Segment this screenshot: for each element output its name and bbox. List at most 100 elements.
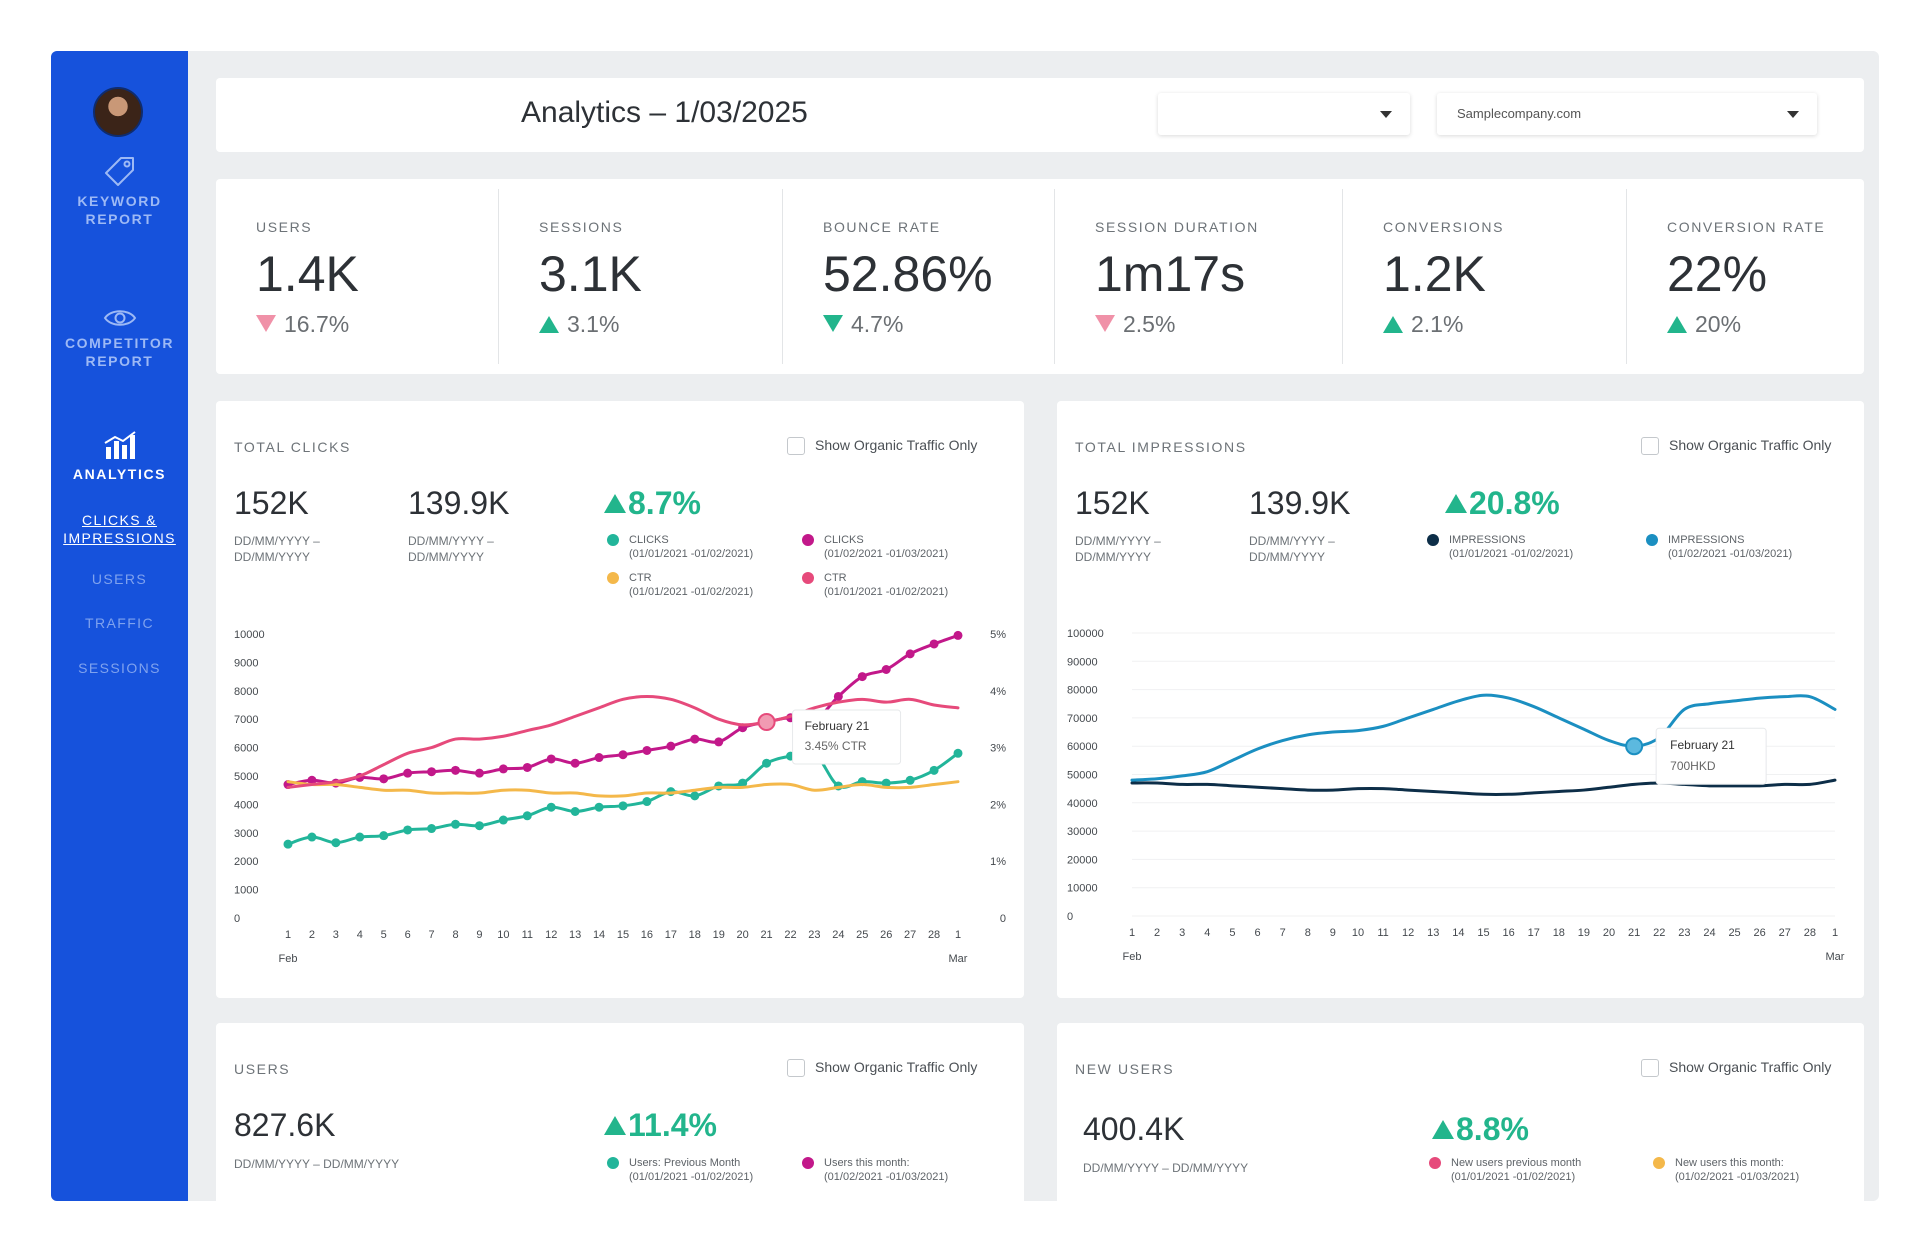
data-point — [953, 748, 963, 758]
chart-tooltip: February 21 3.45% CTR — [792, 709, 902, 765]
series-line — [286, 780, 960, 798]
y-tick-label: 60000 — [1067, 741, 1098, 753]
site-select[interactable]: Samplecompany.com — [1437, 93, 1817, 135]
x-tick-label: 12 — [545, 929, 557, 941]
x-tick-label: 7 — [429, 929, 435, 941]
stat-current: 400.4K — [1083, 1111, 1185, 1147]
stat-range: DD/MM/YYYY – DD/MM/YYYY — [1083, 1161, 1249, 1175]
data-point — [666, 741, 676, 751]
x-tick-label: 22 — [784, 929, 796, 941]
data-point — [881, 665, 891, 674]
app-window: KEYWORD REPORT COMPETITOR REPORT ANALYTI… — [51, 51, 1879, 1201]
kpi-value: 52.86% — [823, 246, 993, 302]
x-tick-label: 1 — [1832, 927, 1838, 939]
sidebar-item-label: KEYWORD REPORT — [77, 193, 162, 227]
sidebar-item-keyword-report[interactable]: KEYWORD REPORT — [51, 154, 188, 228]
x-tick-label: 26 — [1754, 927, 1766, 939]
tooltip-title: February 21 — [1670, 738, 1735, 752]
x-tick-label: 12 — [1402, 927, 1414, 939]
x-tick-label: 13 — [569, 929, 581, 941]
data-point — [498, 764, 508, 774]
sidebar-item-label: COMPETITOR REPORT — [64, 335, 175, 369]
x-group-label: Mar — [949, 953, 968, 965]
eye-icon — [103, 310, 136, 326]
x-tick-label: 25 — [1728, 927, 1740, 939]
kpi-change: 20% — [1667, 311, 1741, 338]
y2-tick-label: 0 — [1000, 913, 1006, 925]
organic-toggle[interactable]: Show Organic Traffic Only — [1641, 1059, 1831, 1077]
x-tick-label: 19 — [713, 929, 725, 941]
y-tick-label: 20000 — [1067, 854, 1098, 866]
x-tick-label: 2 — [1154, 927, 1160, 939]
kpi-label: SESSION DURATION — [1095, 219, 1259, 235]
data-point — [690, 791, 700, 801]
x-group-label: Feb — [1123, 951, 1142, 963]
header-bar: Analytics – 1/03/2025 Samplecompany.com — [216, 78, 1864, 152]
data-point — [451, 819, 460, 829]
subnav-users[interactable]: USERS — [51, 571, 188, 587]
x-tick-label: 8 — [1305, 927, 1311, 939]
x-tick-label: 6 — [1254, 927, 1260, 939]
arrow-up-icon — [604, 1116, 626, 1135]
kpi-value: 3.1K — [539, 246, 642, 302]
checkbox[interactable] — [787, 1059, 805, 1077]
x-tick-label: 23 — [808, 929, 820, 941]
sidebar-item-label: ANALYTICS — [72, 466, 167, 482]
chevron-down-icon — [1787, 111, 1799, 118]
x-tick-label: 21 — [760, 929, 772, 941]
kpi-label: USERS — [256, 219, 313, 235]
series-line — [286, 749, 960, 846]
change-percent: 11.4% — [604, 1107, 717, 1144]
data-point — [403, 768, 413, 778]
kpi-session-duration: SESSION DURATION 1m17s 2.5% — [1055, 179, 1343, 374]
y2-tick-label: 3% — [990, 743, 1006, 755]
sidebar: KEYWORD REPORT COMPETITOR REPORT ANALYTI… — [51, 51, 188, 1201]
x-tick-label: 18 — [1553, 927, 1565, 939]
kpi-value: 1.2K — [1383, 246, 1486, 302]
subnav-sessions[interactable]: SESSIONS — [51, 660, 188, 676]
sidebar-item-competitor-report[interactable]: COMPETITOR REPORT — [51, 306, 188, 370]
total-impressions-panel: TOTAL IMPRESSIONS Show Organic Traffic O… — [1057, 401, 1864, 998]
data-point — [905, 775, 915, 785]
data-point — [546, 802, 556, 812]
y-tick-label: 0 — [234, 913, 240, 925]
tooltip-box — [1655, 727, 1767, 785]
data-point — [690, 734, 700, 744]
impressions-chart: 0 10000 20000 30000 40000 50000 60000 70000 8000… — [1067, 628, 1845, 963]
x-tick-label: 11 — [522, 929, 533, 941]
data-point — [594, 802, 604, 812]
data-point — [307, 832, 317, 842]
kpi-conversions: CONVERSIONS 1.2K 2.1% — [1343, 179, 1627, 374]
stat-current: 827.6K — [234, 1107, 336, 1143]
x-tick-label: 3 — [333, 929, 339, 941]
date-range-select[interactable] — [1158, 93, 1410, 135]
data-point — [905, 649, 915, 659]
x-tick-label: 28 — [928, 929, 940, 941]
x-tick-label: 8 — [452, 929, 458, 941]
checkbox[interactable] — [1641, 1059, 1659, 1077]
new-users-panel: NEW USERS Show Organic Traffic Only 400.… — [1057, 1023, 1864, 1201]
kpi-sessions: SESSIONS 3.1K 3.1% — [499, 179, 783, 374]
subnav-traffic[interactable]: TRAFFIC — [51, 615, 188, 631]
y-tick-label: 70000 — [1067, 713, 1098, 725]
x-tick-label: 9 — [1330, 927, 1336, 939]
kpi-change: 2.5% — [1095, 311, 1175, 338]
subnav-clicks-impressions[interactable]: CLICKS & IMPRESSIONS — [51, 511, 188, 547]
sidebar-item-analytics[interactable]: ANALYTICS — [51, 431, 188, 483]
total-clicks-panel: TOTAL CLICKS Show Organic Traffic Only 1… — [216, 401, 1024, 998]
avatar[interactable] — [93, 87, 143, 137]
x-group-label: Mar — [1826, 951, 1845, 963]
y-tick-label: 3000 — [234, 828, 258, 840]
y-tick-label: 90000 — [1067, 656, 1098, 668]
x-tick-label: 19 — [1578, 927, 1590, 939]
x-tick-label: 6 — [405, 929, 411, 941]
x-tick-label: 1 — [285, 929, 291, 941]
x-tick-label: 23 — [1678, 927, 1690, 939]
bar-chart-icon — [103, 431, 136, 459]
x-tick-label: 20 — [1603, 927, 1615, 939]
x-group-label: Feb — [279, 953, 298, 965]
organic-toggle[interactable]: Show Organic Traffic Only — [787, 1059, 977, 1077]
x-tick-label: 24 — [832, 929, 844, 941]
data-point — [570, 807, 580, 816]
x-tick-label: 28 — [1804, 927, 1816, 939]
